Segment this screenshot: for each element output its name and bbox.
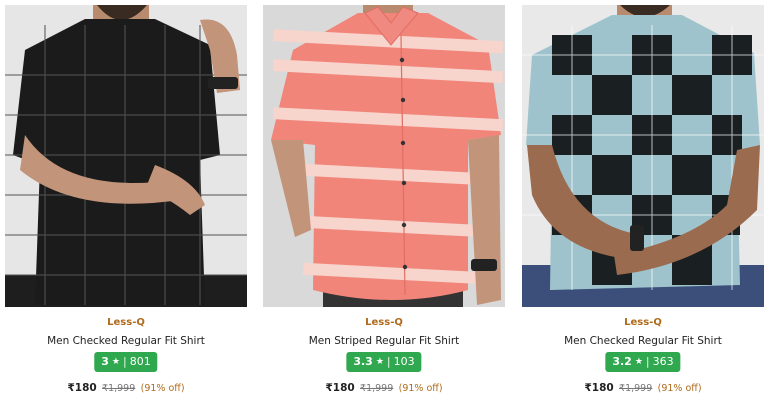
product-brand: Less-Q (365, 317, 403, 328)
rating-separator: | (645, 355, 650, 368)
price-row: ₹180 ₹1,999 (91% off) (522, 381, 764, 396)
review-count: 103 (393, 355, 415, 368)
original-price: ₹1,999 (102, 383, 136, 394)
star-icon: ★ (375, 357, 384, 367)
product-photo (522, 5, 764, 307)
rating-separator: | (386, 355, 391, 368)
product-grid: Less-Q Men Checked Regular Fit Shirt 3 ★… (0, 0, 767, 405)
discount-percent: (91% off) (657, 383, 702, 394)
product-brand: Less-Q (624, 317, 662, 328)
selling-price: ₹180 (325, 382, 355, 394)
product-card[interactable]: Less-Q Men Checked Regular Fit Shirt 3 ★… (5, 0, 247, 405)
rating-separator: | (123, 355, 127, 368)
product-card[interactable]: Less-Q Men Striped Regular Fit Shirt 3.3… (263, 0, 505, 405)
star-icon: ★ (634, 357, 643, 367)
product-image[interactable] (5, 5, 247, 307)
product-title[interactable]: Men Checked Regular Fit Shirt (5, 334, 247, 348)
product-photo (5, 5, 247, 307)
product-title[interactable]: Men Checked Regular Fit Shirt (522, 334, 764, 348)
product-card[interactable]: Less-Q Men Checked Regular Fit Shirt 3.2… (522, 0, 764, 405)
rating-badge: 3.3 ★ | 103 (346, 352, 422, 372)
review-count: 801 (129, 355, 151, 368)
discount-percent: (91% off) (140, 383, 185, 394)
rating-score: 3.3 (353, 355, 373, 368)
discount-percent: (91% off) (398, 383, 443, 394)
selling-price: ₹180 (584, 382, 614, 394)
review-count: 363 (652, 355, 674, 368)
selling-price: ₹180 (67, 382, 97, 394)
product-title[interactable]: Men Striped Regular Fit Shirt (263, 334, 505, 348)
star-icon: ★ (111, 357, 121, 367)
rating-score: 3 (101, 355, 109, 368)
price-row: ₹180 ₹1,999 (91% off) (5, 381, 247, 396)
rating-score: 3.2 (612, 355, 632, 368)
product-image[interactable] (263, 5, 505, 307)
original-price: ₹1,999 (619, 383, 653, 394)
product-brand: Less-Q (107, 317, 145, 328)
product-image[interactable] (522, 5, 764, 307)
product-photo (263, 5, 505, 307)
rating-badge: 3.2 ★ | 363 (605, 352, 681, 372)
original-price: ₹1,999 (360, 383, 394, 394)
rating-badge: 3 ★ | 801 (94, 352, 158, 372)
price-row: ₹180 ₹1,999 (91% off) (263, 381, 505, 396)
